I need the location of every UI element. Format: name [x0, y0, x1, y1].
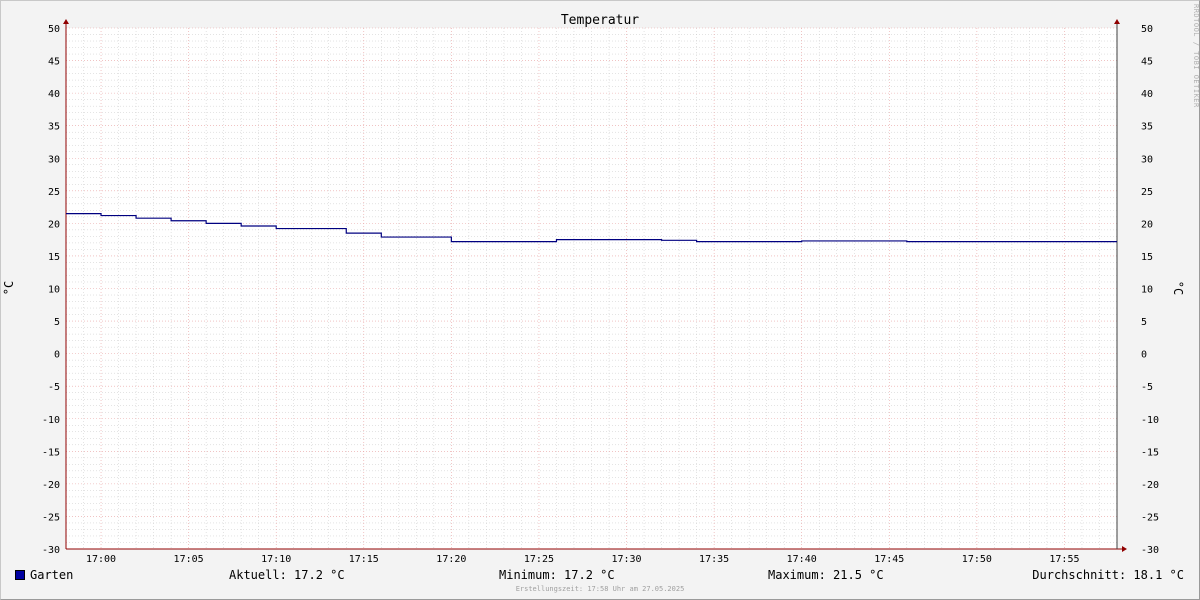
y-tick-label-right: 35: [1141, 122, 1153, 133]
y-tick-label-left: 5: [54, 317, 60, 328]
chart-title: Temperatur: [561, 13, 639, 28]
x-tick-label: 17:10: [261, 554, 291, 565]
y-tick-label-right: -5: [1141, 382, 1153, 393]
y-tick-label-left: 25: [48, 187, 60, 198]
y-tick-label-right: 10: [1141, 285, 1153, 296]
y-tick-label-left: -20: [42, 480, 60, 491]
y-axis-arrow-left: [63, 19, 69, 24]
x-tick-label: 17:20: [436, 554, 466, 565]
x-tick-label: 17:35: [699, 554, 729, 565]
x-tick-label: 17:30: [611, 554, 641, 565]
y-tick-label-right: -10: [1141, 415, 1159, 426]
y-axis-label-right: °C: [1171, 281, 1185, 295]
x-tick-label: 17:00: [86, 554, 116, 565]
y-tick-label-left: 40: [48, 89, 60, 100]
y-tick-label-right: 0: [1141, 350, 1147, 361]
y-tick-label-right: -15: [1141, 447, 1159, 458]
y-tick-label-left: 15: [48, 252, 60, 263]
legend-series-name: Garten: [30, 568, 74, 582]
x-tick-label: 17:15: [349, 554, 379, 565]
y-tick-label-left: -10: [42, 415, 60, 426]
legend-current: Aktuell: 17.2 °C: [229, 568, 345, 582]
y-tick-label-left: -15: [42, 447, 60, 458]
y-tick-label-right: 20: [1141, 219, 1153, 230]
y-tick-label-left: 10: [48, 285, 60, 296]
x-tick-label: 17:40: [787, 554, 817, 565]
y-tick-label-left: 50: [48, 24, 60, 35]
rrdtool-watermark: RRDTOOL / TOBI OETIKER: [1192, 4, 1200, 108]
y-tick-label-right: 40: [1141, 89, 1153, 100]
x-axis-arrow: [1122, 546, 1127, 552]
y-tick-label-right: -25: [1141, 512, 1159, 523]
y-tick-label-right: 45: [1141, 57, 1153, 68]
x-tick-label: 17:55: [1049, 554, 1079, 565]
y-tick-label-left: -25: [42, 512, 60, 523]
y-tick-label-right: -30: [1141, 545, 1159, 556]
legend-minimum: Minimum: 17.2 °C: [499, 568, 615, 582]
y-axis-arrow-right: [1114, 19, 1120, 24]
legend-swatch: [15, 570, 25, 580]
x-tick-label: 17:25: [524, 554, 554, 565]
legend-maximum: Maximum: 21.5 °C: [768, 568, 884, 582]
y-tick-label-right: -20: [1141, 480, 1159, 491]
temperature-chart: Temperatur °C °C 50 5045 4540 4035 3530 3025 2…: [2, 13, 1185, 565]
y-tick-label-right: 25: [1141, 187, 1153, 198]
y-tick-label-right: 30: [1141, 154, 1153, 165]
creation-time-footer: Erstellungszeit: 17:58 Uhr am 27.05.2025: [515, 585, 685, 593]
y-tick-label-left: 0: [54, 350, 60, 361]
y-tick-label-left: 35: [48, 122, 60, 133]
y-axis-label-left: °C: [2, 281, 16, 295]
x-tick-label: 17:45: [874, 554, 904, 565]
y-tick-label-left: 20: [48, 219, 60, 230]
y-tick-label-left: -5: [48, 382, 60, 393]
x-tick-label: 17:05: [174, 554, 204, 565]
y-tick-label-right: 50: [1141, 24, 1153, 35]
y-tick-label-right: 15: [1141, 252, 1153, 263]
y-tick-label-left: 45: [48, 57, 60, 68]
y-tick-label-left: 30: [48, 154, 60, 165]
legend-average: Durchschnitt: 18.1 °C: [1032, 568, 1184, 582]
x-tick-label: 17:50: [962, 554, 992, 565]
y-tick-label-right: 5: [1141, 317, 1147, 328]
y-tick-label-left: -30: [42, 545, 60, 556]
